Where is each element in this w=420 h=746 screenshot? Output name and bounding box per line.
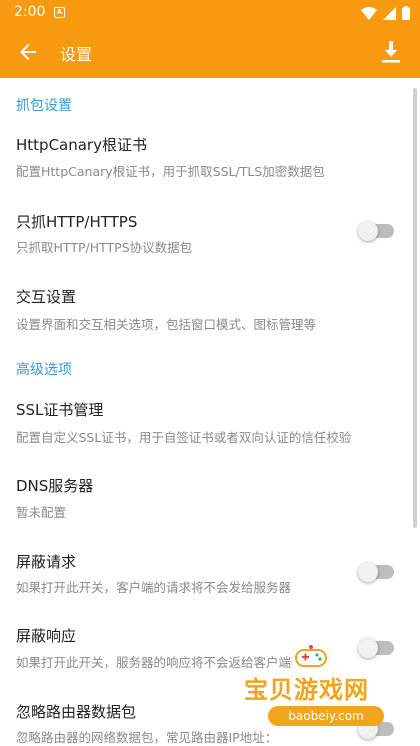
scrollbar[interactable] [413,88,417,528]
http-only-toggle[interactable] [358,221,394,241]
watermark-brand: 宝贝游戏网 [244,676,369,704]
setting-root-cert[interactable]: HttpCanary根证书 配置HttpCanary根证书，用于抓取SSL/TL… [0,126,420,196]
setting-title: SSL证书管理 [16,401,104,419]
setting-subtitle: 暂未配置 [16,505,67,520]
setting-subtitle: 设置界面和交互相关选项，包括窗口模式、图标管理等 [16,317,317,332]
page-title: 设置 [60,45,93,64]
setting-subtitle: 配置自定义SSL证书，用于自签证书或者双向认证的信任校验 [16,430,352,445]
wifi-icon [361,6,377,20]
section-header-advanced: 高级选项 [16,362,72,378]
toggle-knob [358,562,378,582]
notification-icon: A [54,7,65,18]
toggle-knob [358,221,378,241]
setting-interaction[interactable]: 交互设置 设置界面和交互相关选项，包括窗口模式、图标管理等 [0,282,420,352]
setting-subtitle: 如果打开此开关，客户端的请求将不会发给服务器 [16,580,292,595]
setting-title: 忽略路由器数据包 [16,703,137,721]
setting-title: 交互设置 [16,288,77,306]
status-bar: 2:00 A [0,0,420,26]
watermark-url: baobeiy.com [268,706,384,726]
setting-title: 屏蔽响应 [16,627,77,645]
system-icons [361,6,410,20]
setting-subtitle: 只抓取HTTP/HTTPS协议数据包 [16,240,193,255]
block-request-toggle[interactable] [358,562,394,582]
download-icon[interactable] [380,40,402,64]
setting-title: 屏蔽请求 [16,553,77,571]
setting-block-request[interactable]: 屏蔽请求 如果打开此开关，客户端的请求将不会发给服务器 [0,544,420,614]
setting-dns[interactable]: DNS服务器 暂未配置 [0,466,420,536]
section-header-capture: 抓包设置 [16,98,72,114]
setting-http-only[interactable]: 只抓HTTP/HTTPS 只抓取HTTP/HTTPS协议数据包 [0,202,420,272]
status-time: 2:00 [14,4,46,20]
setting-subtitle: 配置HttpCanary根证书，用于抓取SSL/TLS加密数据包 [16,164,325,179]
battery-icon [402,6,410,20]
watermark: 宝贝游戏网 baobeiy.com [238,644,416,732]
setting-title: HttpCanary根证书 [16,136,147,154]
signal-icon [383,6,396,20]
setting-title: DNS服务器 [16,477,94,495]
arrow-left-icon[interactable] [16,40,40,64]
gamepad-icon [295,645,327,667]
setting-title: 只抓HTTP/HTTPS [16,213,138,231]
app-bar: 设置 [0,26,420,78]
setting-ssl-cert[interactable]: SSL证书管理 配置自定义SSL证书，用于自签证书或者双向认证的信任校验 [0,390,420,460]
